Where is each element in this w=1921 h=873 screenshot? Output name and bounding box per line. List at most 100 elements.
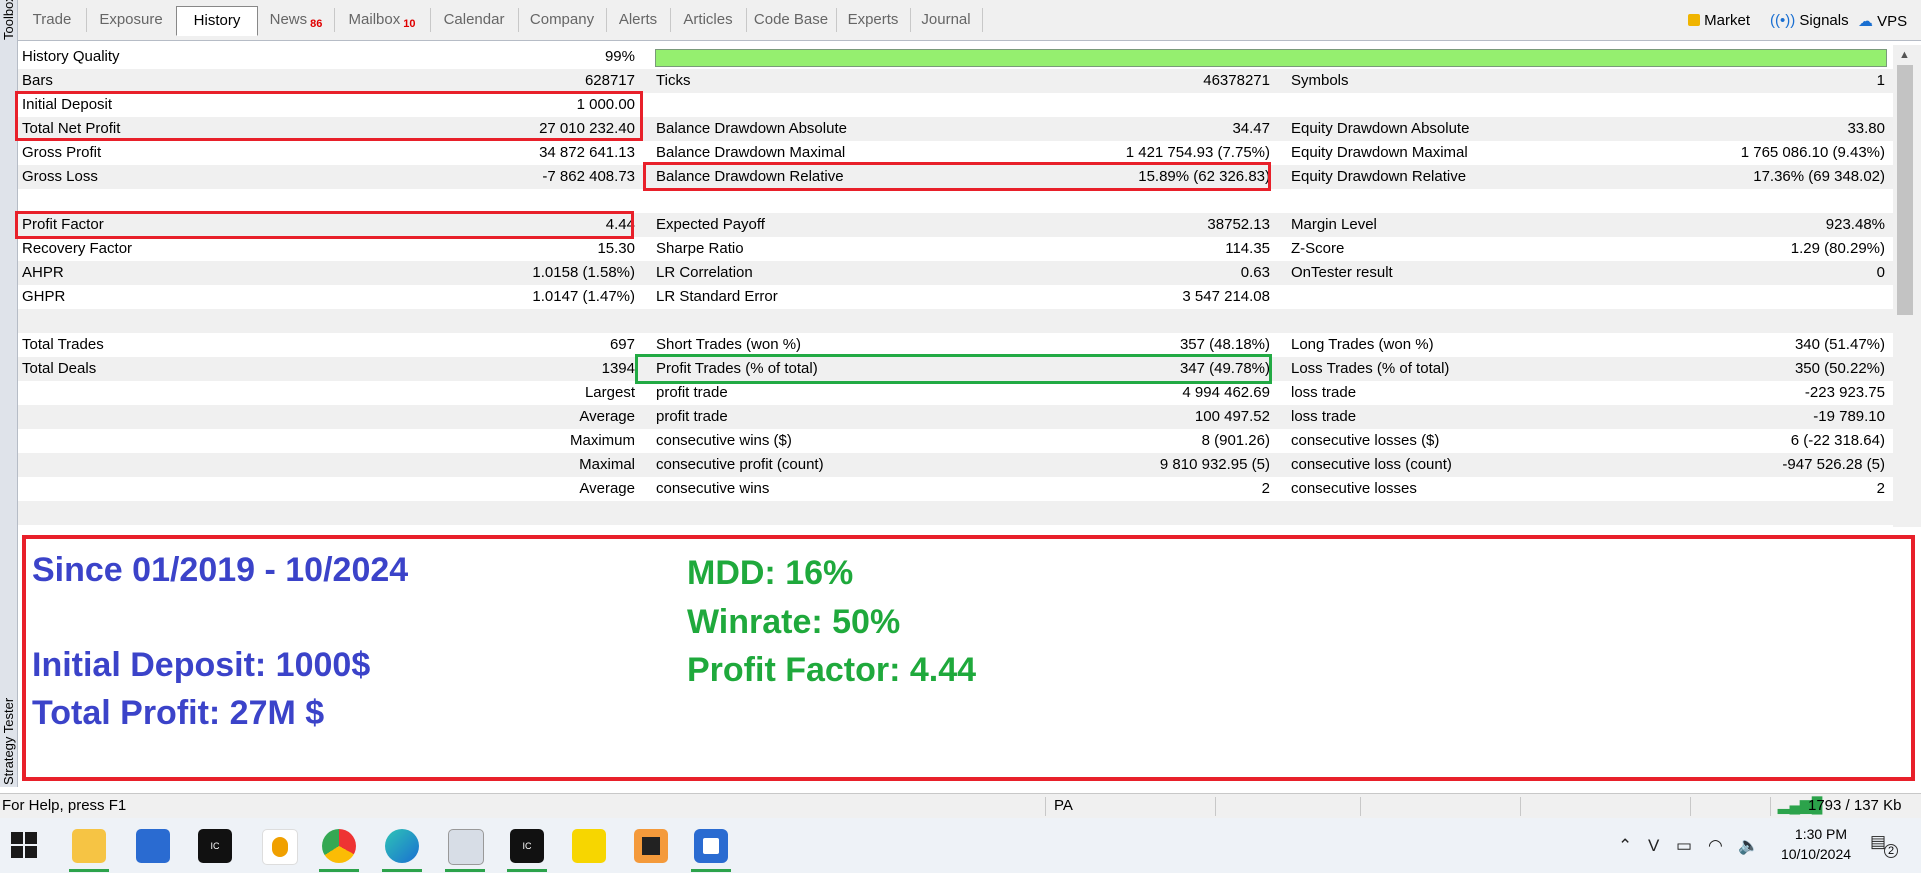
remote-app-icon[interactable]	[694, 829, 728, 863]
metatrader-ic-markets-icon[interactable]: IC	[510, 829, 544, 863]
scroll-thumb[interactable]	[1897, 65, 1913, 315]
edge-icon[interactable]	[385, 829, 419, 863]
row-label: consecutive wins	[656, 480, 770, 497]
ontester-value: 0	[1876, 264, 1885, 281]
battery-icon[interactable]: ▭	[1676, 836, 1692, 856]
row-value: 2	[1876, 480, 1885, 497]
bars-label: Bars	[22, 72, 53, 89]
row-value: -19 789.10	[1813, 408, 1885, 425]
tab-calendar[interactable]: Calendar	[430, 8, 519, 32]
toolbox-label[interactable]: Toolbox	[1, 0, 16, 40]
row-value: -947 526.28 (5)	[1782, 456, 1885, 473]
row-label: loss trade	[1291, 408, 1357, 425]
tab-exposure[interactable]: Exposure	[86, 8, 177, 32]
highlight-box	[635, 354, 1272, 384]
table-row	[18, 189, 1893, 213]
vpn-icon[interactable]: V	[1648, 836, 1659, 856]
tab-code-base[interactable]: Code Base	[746, 8, 837, 32]
row-label: consecutive loss (count)	[1291, 456, 1452, 473]
table-row: Largest profit trade 4 994 462.69 loss t…	[18, 381, 1893, 405]
windows-start-icon[interactable]	[11, 832, 37, 858]
scroll-up-icon[interactable]: ▲	[1899, 49, 1910, 61]
table-row: Average consecutive wins 2 consecutive l…	[18, 477, 1893, 501]
lr-std-error-label: LR Standard Error	[656, 288, 778, 305]
table-row	[18, 501, 1893, 525]
summary-initial-deposit: Initial Deposit: 1000$	[32, 646, 371, 684]
tab-journal[interactable]: Journal	[910, 8, 983, 32]
tab-alerts[interactable]: Alerts	[606, 8, 671, 32]
tab-company[interactable]: Company	[518, 8, 607, 32]
wifi-icon[interactable]: ◠	[1708, 836, 1723, 856]
highlight-box	[15, 91, 643, 141]
table-row: Recovery Factor 15.30 Sharpe Ratio 114.3…	[18, 237, 1893, 261]
gross-loss-value: -7 862 408.73	[542, 168, 635, 185]
volume-icon[interactable]: 🔈	[1738, 836, 1759, 856]
margin-level-value: 923.48%	[1825, 216, 1885, 233]
sharpe-ratio-value: 114.35	[1225, 240, 1270, 257]
status-bar: For Help, press F1 PA ▂▄▆█ 1793 / 137 Kb	[0, 793, 1921, 820]
market-link[interactable]: Market	[1688, 12, 1750, 29]
total-deals-value: 1394	[601, 360, 635, 377]
chrome-icon[interactable]	[322, 829, 356, 863]
clock-time[interactable]: 1:30 PM	[1785, 826, 1857, 842]
margin-level-label: Margin Level	[1291, 216, 1377, 233]
exness-icon[interactable]	[572, 829, 606, 863]
equity-dd-maximal-value: 1 765 086.10 (9.43%)	[1740, 144, 1885, 161]
ghpr-label: GHPR	[22, 288, 66, 305]
ahpr-label: AHPR	[22, 264, 64, 281]
loss-trades-label: Loss Trades (% of total)	[1291, 360, 1450, 377]
balance-dd-absolute-value: 34.47	[1232, 120, 1270, 137]
tab-mailbox[interactable]: Mailbox 10	[334, 8, 431, 32]
signal-waves-icon: ((•))	[1770, 12, 1796, 29]
tab-trade[interactable]: Trade	[18, 8, 87, 32]
file-explorer-icon[interactable]	[72, 829, 106, 863]
sticky-notes-icon[interactable]	[634, 829, 668, 863]
bars-value: 628717	[584, 72, 635, 89]
clock-date[interactable]: 10/10/2024	[1775, 846, 1857, 862]
highlight-box	[15, 211, 634, 239]
tab-news[interactable]: News 86	[258, 8, 335, 32]
metatrader-icon[interactable]: IC	[198, 829, 232, 863]
status-traffic[interactable]: 1793 / 137 Kb	[1808, 797, 1901, 814]
tab-label: Calendar	[443, 11, 505, 28]
expected-payoff-value: 38752.13	[1207, 216, 1270, 233]
total-deals-label: Total Deals	[22, 360, 97, 377]
equity-dd-absolute-label: Equity Drawdown Absolute	[1291, 120, 1470, 137]
tab-label: Journal	[921, 11, 971, 28]
row-prefix: Average	[579, 480, 635, 497]
table-row: GHPR 1.0147 (1.47%) LR Standard Error 3 …	[18, 285, 1893, 309]
row-value: 4 994 462.69	[1182, 384, 1270, 401]
cloud-icon: ☁	[1858, 13, 1873, 30]
tab-experts[interactable]: Experts	[836, 8, 911, 32]
image-viewer-icon[interactable]	[448, 829, 484, 865]
row-label: consecutive losses	[1291, 480, 1417, 497]
people-app-icon[interactable]	[262, 829, 298, 865]
status-profile: PA	[1054, 797, 1073, 814]
tab-history[interactable]: History	[176, 6, 258, 36]
ontester-label: OnTester result	[1291, 264, 1393, 281]
tab-label: News	[269, 11, 308, 28]
vps-link[interactable]: ☁ VPS	[1858, 12, 1907, 30]
symbols-label: Symbols	[1291, 72, 1349, 89]
balance-dd-absolute-label: Balance Drawdown Absolute	[656, 120, 847, 137]
strategy-tester-label[interactable]: Strategy Tester	[1, 698, 16, 785]
toolbox-tab-bar: Trade Exposure History News 86 Mailbox 10 …	[18, 0, 1921, 41]
history-quality-bar-fill	[656, 50, 1886, 66]
row-label: profit trade	[656, 408, 728, 425]
row-prefix: Maximal	[579, 456, 635, 473]
vps-label: VPS	[1877, 13, 1908, 30]
row-label: loss trade	[1291, 384, 1357, 401]
loss-trades-value: 350 (50.22%)	[1794, 360, 1885, 377]
signals-link[interactable]: ((•)) Signals	[1770, 12, 1849, 29]
row-prefix: Largest	[584, 384, 635, 401]
lr-correlation-label: LR Correlation	[656, 264, 753, 281]
ticks-value: 46378271	[1203, 72, 1270, 89]
z-score-label: Z-Score	[1291, 240, 1345, 257]
market-label: Market	[1704, 12, 1751, 29]
store-icon[interactable]	[136, 829, 170, 863]
chevron-up-icon[interactable]: ⌃	[1618, 836, 1632, 856]
backtest-report: History Quality 99% Bars 628717 Ticks 46…	[15, 45, 1893, 527]
tab-articles[interactable]: Articles	[670, 8, 747, 32]
z-score-value: 1.29 (80.29%)	[1790, 240, 1885, 257]
tab-label: Articles	[683, 11, 733, 28]
